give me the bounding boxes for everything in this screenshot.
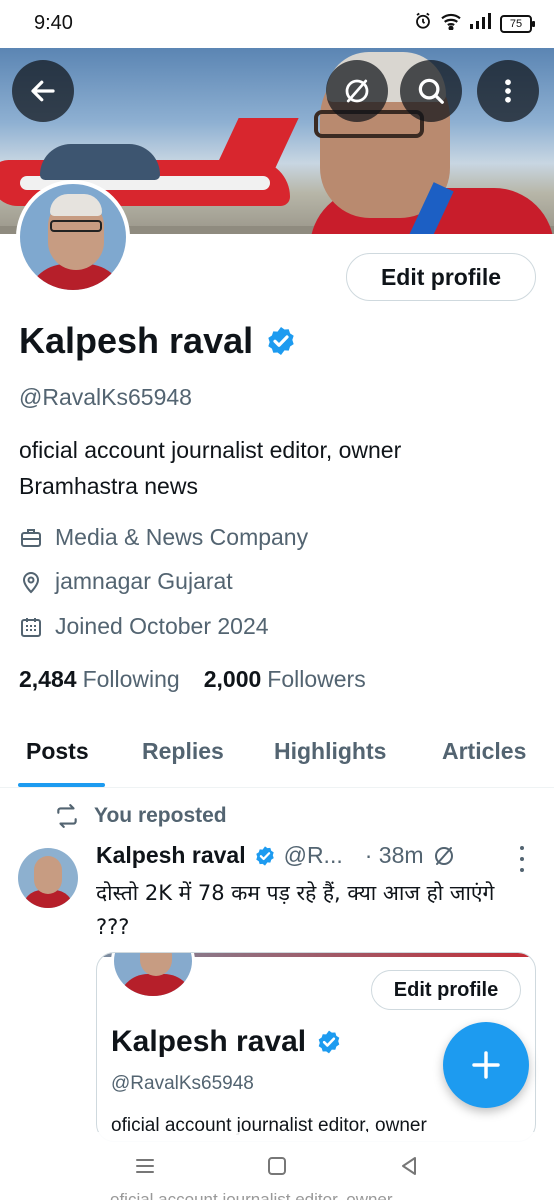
location-pin-icon [22,571,40,593]
banner-jet-canopy [40,144,160,180]
post-time[interactable]: · 38m [365,842,424,869]
followers-label: Followers [267,666,366,692]
status-time: 9:40 [34,12,73,34]
alarm-icon [414,12,432,35]
signal-icon [470,13,492,34]
profile-name: Kalpesh raval [19,320,297,362]
recent-apps-icon[interactable] [133,1154,157,1178]
following-count: 2,484 [19,666,77,692]
embed-handle: @RavalKs65948 [111,1073,254,1094]
profile-category: Media & News Company [19,524,308,551]
post-author-avatar[interactable] [18,848,78,908]
more-dot [520,868,524,872]
repost-indicator: You reposted [54,803,227,829]
more-options-button[interactable] [477,60,539,122]
profile-name-text: Kalpesh raval [19,320,254,361]
post-header: Kalpesh raval @R... · 38m [96,842,456,869]
active-tab-indicator [18,783,105,787]
tab-replies[interactable]: Replies [142,738,224,765]
profile-bio: oficial account journalist editor, owner… [19,432,529,504]
post-more-button[interactable] [512,846,532,872]
status-icons: 75 [414,12,535,35]
joined-text: Joined October 2024 [55,613,269,639]
followers-link[interactable]: 2,000 Followers [204,666,366,693]
bio-line-1: oficial account journalist editor, owner [19,437,402,463]
plus-icon [472,1051,500,1079]
battery-icon: 75 [500,14,535,33]
embed-name-text: Kalpesh raval [111,1025,307,1058]
profile-joined: Joined October 2024 [19,613,269,640]
briefcase-icon [21,528,41,547]
embed-avatar [111,953,195,999]
back-arrow-icon [31,80,55,102]
follow-stats: 2,484 Following 2,000 Followers [19,666,366,693]
status-bar: 9:40 75 [0,0,554,48]
profile-location: jamnagar Gujarat [19,568,233,595]
unavailable-circle-icon [345,79,369,103]
profile-avatar[interactable] [16,180,130,294]
post-author-name[interactable]: Kalpesh raval [96,842,246,869]
back-nav-icon[interactable] [397,1154,421,1178]
post-text: दोस्तो 2K में 78 कम पड़ रहे हैं, क्या आज… [96,881,495,939]
search-button[interactable] [400,60,462,122]
unavailable-circle-icon [434,846,453,865]
repost-icon [57,804,77,828]
verified-badge-icon[interactable] [265,325,297,357]
verified-badge-icon [318,1030,340,1054]
repost-label: You reposted [94,804,227,827]
location-text: jamnagar Gujarat [55,568,233,594]
home-icon[interactable] [265,1154,289,1178]
search-icon [418,78,444,104]
unavailable-button[interactable] [326,60,388,122]
tab-highlights[interactable]: Highlights [274,738,386,765]
category-text: Media & News Company [55,524,309,550]
nav-ghost-text: oficial account journalist editor, owner [110,1190,393,1200]
embed-edit-profile: Edit profile [371,970,521,1010]
more-dot [520,846,524,850]
compose-post-button[interactable] [443,1022,529,1108]
following-link[interactable]: 2,484 Following [19,666,180,693]
verified-badge-icon [255,845,274,866]
more-dot [520,857,524,861]
profile-handle: @RavalKs65948 [19,384,192,410]
tab-posts[interactable]: Posts [26,738,89,765]
edit-profile-button[interactable]: Edit profile [346,253,536,301]
followers-count: 2,000 [203,666,262,692]
profile-tabs: Posts Replies Highlights Articles [0,720,554,788]
back-button[interactable] [12,60,74,122]
following-label: Following [82,666,180,692]
calendar-icon [21,617,41,637]
embed-name: Kalpesh raval [111,1025,342,1059]
bio-line-2: Bramhastra news [19,473,198,499]
more-vertical-icon [505,79,511,103]
wifi-icon [440,12,462,35]
post-author-handle[interactable]: @R... [284,842,343,869]
tab-articles[interactable]: Articles [442,738,526,765]
